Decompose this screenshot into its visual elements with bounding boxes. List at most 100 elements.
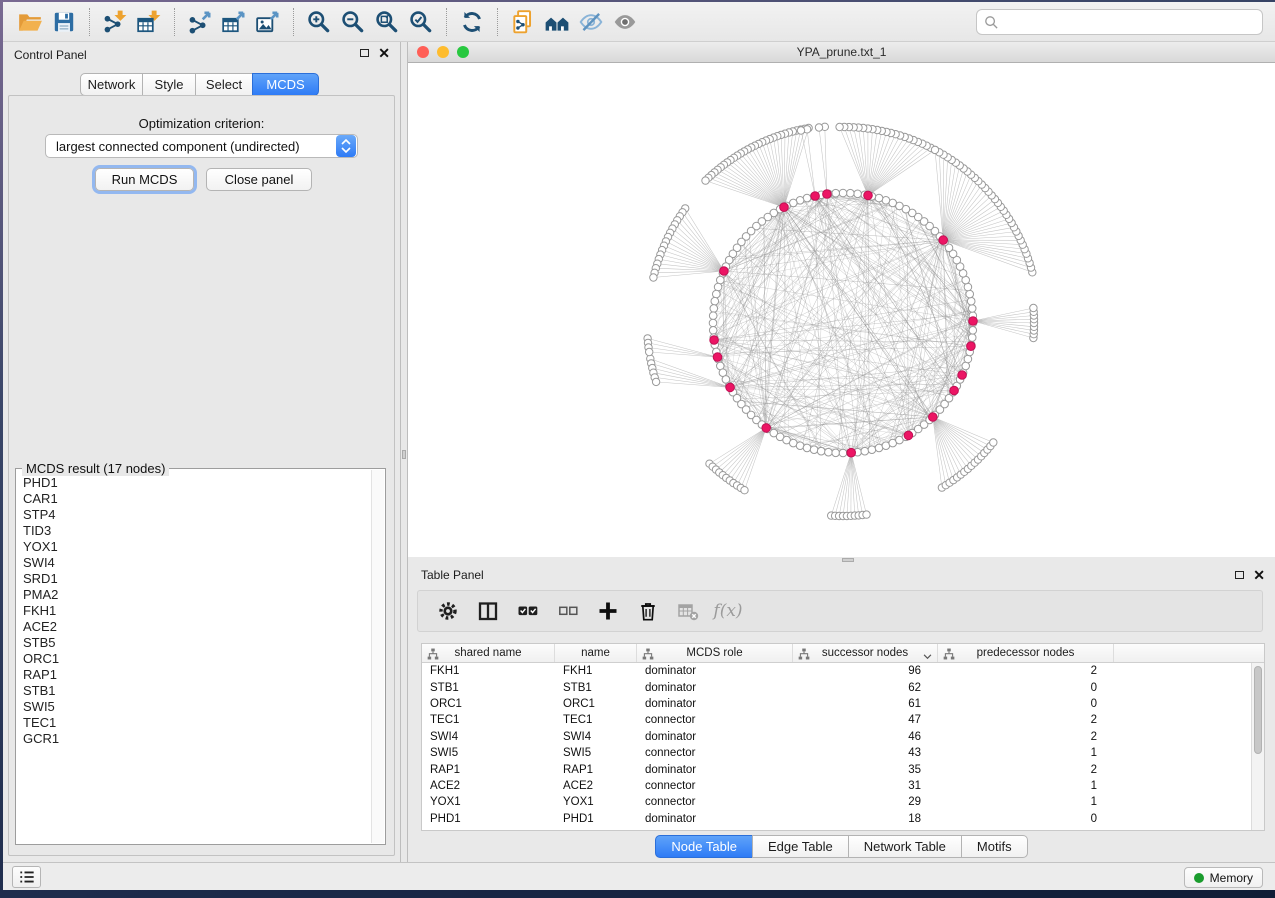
run-mcds-button[interactable]: Run MCDS bbox=[95, 168, 194, 191]
table-tab-edge-table[interactable]: Edge Table bbox=[752, 835, 849, 858]
mcds-result-item[interactable]: ORC1 bbox=[23, 651, 371, 667]
tab-select[interactable]: Select bbox=[195, 73, 253, 96]
table-toolbar: f(x) bbox=[417, 590, 1263, 632]
import-table-icon bbox=[136, 9, 162, 35]
column-header-name[interactable]: name bbox=[555, 644, 637, 662]
export-table-button[interactable] bbox=[217, 6, 251, 38]
result-scrollbar[interactable] bbox=[371, 470, 384, 843]
table-tab-motifs[interactable]: Motifs bbox=[961, 835, 1028, 858]
delete-row-button[interactable] bbox=[632, 595, 664, 627]
close-panel-icon[interactable]: ✕ bbox=[378, 48, 390, 58]
cell-shared_name: YOX1 bbox=[422, 796, 555, 808]
settings-button[interactable] bbox=[432, 595, 464, 627]
criterion-dropdown[interactable]: largest connected component (undirected) bbox=[45, 134, 358, 158]
apply-layout-button[interactable] bbox=[455, 6, 489, 38]
zoom-fit-button[interactable] bbox=[370, 6, 404, 38]
column-header-successor-nodes[interactable]: successor nodes bbox=[793, 644, 938, 662]
table-header: shared namenameMCDS rolesuccessor nodesp… bbox=[422, 644, 1264, 663]
mcds-result-item[interactable]: PHD1 bbox=[23, 475, 371, 491]
zoom-selected-button[interactable] bbox=[404, 6, 438, 38]
table-row-FKH1[interactable]: FKH1FKH1dominator962 bbox=[422, 663, 1251, 679]
tab-style[interactable]: Style bbox=[142, 73, 196, 96]
table-row-ACE2[interactable]: ACE2ACE2connector311 bbox=[422, 778, 1251, 794]
table-row-SWI4[interactable]: SWI4SWI4dominator462 bbox=[422, 729, 1251, 745]
cell-successor: 31 bbox=[793, 780, 938, 792]
column-header-predecessor-nodes[interactable]: predecessor nodes bbox=[938, 644, 1114, 662]
table-tab-node-table[interactable]: Node Table bbox=[655, 835, 753, 858]
toolbar-separator bbox=[89, 8, 90, 36]
zoom-out-icon bbox=[340, 9, 366, 35]
close-table-panel-icon[interactable]: ✕ bbox=[1253, 570, 1265, 580]
network-titlebar[interactable]: YPA_prune.txt_1 bbox=[408, 42, 1275, 63]
mcds-result-item[interactable]: FKH1 bbox=[23, 603, 371, 619]
tab-mcds[interactable]: MCDS bbox=[252, 73, 319, 96]
delete-table-button[interactable] bbox=[672, 595, 704, 627]
memory-button[interactable]: Memory bbox=[1184, 867, 1263, 888]
show-columns-button[interactable] bbox=[472, 595, 504, 627]
criterion-label: Optimization criterion: bbox=[9, 116, 394, 131]
scrollbar-thumb[interactable] bbox=[1254, 666, 1262, 754]
mcds-result-item[interactable]: TEC1 bbox=[23, 715, 371, 731]
mcds-result-item[interactable]: SWI5 bbox=[23, 699, 371, 715]
table-row-TEC1[interactable]: TEC1TEC1connector472 bbox=[422, 712, 1251, 728]
float-table-panel-icon[interactable] bbox=[1235, 571, 1244, 579]
save-session-button[interactable] bbox=[47, 6, 81, 38]
mcds-result-item[interactable]: TID3 bbox=[23, 523, 371, 539]
export-network-button[interactable] bbox=[183, 6, 217, 38]
table-body: FKH1FKH1dominator962STB1STB1dominator620… bbox=[422, 663, 1251, 830]
mcds-result-item[interactable]: STP4 bbox=[23, 507, 371, 523]
table-row-ORC1[interactable]: ORC1ORC1dominator610 bbox=[422, 696, 1251, 712]
mcds-result-item[interactable]: CAR1 bbox=[23, 491, 371, 507]
shared-column-icon bbox=[642, 648, 654, 660]
table-row-YOX1[interactable]: YOX1YOX1connector291 bbox=[422, 794, 1251, 810]
mcds-result-item[interactable]: YOX1 bbox=[23, 539, 371, 555]
export-image-button[interactable] bbox=[251, 6, 285, 38]
mcds-result-item[interactable]: SRD1 bbox=[23, 571, 371, 587]
cell-shared_name: PHD1 bbox=[422, 813, 555, 825]
open-session-button[interactable] bbox=[13, 6, 47, 38]
network-canvas[interactable] bbox=[408, 63, 1273, 557]
cell-name: PHD1 bbox=[555, 813, 637, 825]
hide-selected-button[interactable] bbox=[574, 6, 608, 38]
mcds-result-item[interactable]: PMA2 bbox=[23, 587, 371, 603]
import-table-button[interactable] bbox=[132, 6, 166, 38]
panel-menu-button[interactable] bbox=[12, 866, 41, 888]
column-header-MCDS-role[interactable]: MCDS role bbox=[637, 644, 793, 662]
settings-icon bbox=[437, 600, 459, 622]
table-tab-network-table[interactable]: Network Table bbox=[848, 835, 962, 858]
new-network-from-selection-button[interactable] bbox=[506, 6, 540, 38]
table-scrollbar[interactable] bbox=[1251, 663, 1264, 830]
zoom-in-button[interactable] bbox=[302, 6, 336, 38]
cell-successor: 43 bbox=[793, 747, 938, 759]
float-panel-icon[interactable] bbox=[360, 49, 369, 57]
table-row-SWI5[interactable]: SWI5SWI5connector431 bbox=[422, 745, 1251, 761]
table-row-PHD1[interactable]: PHD1PHD1dominator180 bbox=[422, 811, 1251, 827]
first-neighbors-button[interactable] bbox=[540, 6, 574, 38]
tab-network[interactable]: Network bbox=[80, 73, 143, 96]
unselect-all-icon bbox=[557, 600, 579, 622]
cell-successor: 61 bbox=[793, 698, 938, 710]
mcds-result-list[interactable]: PHD1CAR1STP4TID3YOX1SWI4SRD1PMA2FKH1ACE2… bbox=[17, 475, 371, 843]
select-all-button[interactable] bbox=[512, 595, 544, 627]
function-builder-button[interactable]: f(x) bbox=[712, 595, 744, 627]
mcds-result-item[interactable]: GCR1 bbox=[23, 731, 371, 747]
column-header-shared-name[interactable]: shared name bbox=[422, 644, 555, 662]
mcds-result-item[interactable]: SWI4 bbox=[23, 555, 371, 571]
zoom-out-button[interactable] bbox=[336, 6, 370, 38]
unselect-all-button[interactable] bbox=[552, 595, 584, 627]
mcds-result-item[interactable]: STB1 bbox=[23, 683, 371, 699]
search-input[interactable] bbox=[976, 9, 1263, 35]
add-row-button[interactable] bbox=[592, 595, 624, 627]
vertical-splitter[interactable] bbox=[400, 42, 408, 862]
table-row-RAP1[interactable]: RAP1RAP1dominator352 bbox=[422, 761, 1251, 777]
close-panel-button[interactable]: Close panel bbox=[206, 168, 312, 191]
toolbar-separator bbox=[497, 8, 498, 36]
mcds-result-item[interactable]: RAP1 bbox=[23, 667, 371, 683]
show-all-button[interactable] bbox=[608, 6, 642, 38]
mcds-result-item[interactable]: ACE2 bbox=[23, 619, 371, 635]
import-network-button[interactable] bbox=[98, 6, 132, 38]
mcds-panel: Optimization criterion: largest connecte… bbox=[8, 95, 395, 856]
mcds-result-item[interactable]: STB5 bbox=[23, 635, 371, 651]
network-graph bbox=[408, 63, 1275, 557]
table-row-STB1[interactable]: STB1STB1dominator620 bbox=[422, 679, 1251, 695]
